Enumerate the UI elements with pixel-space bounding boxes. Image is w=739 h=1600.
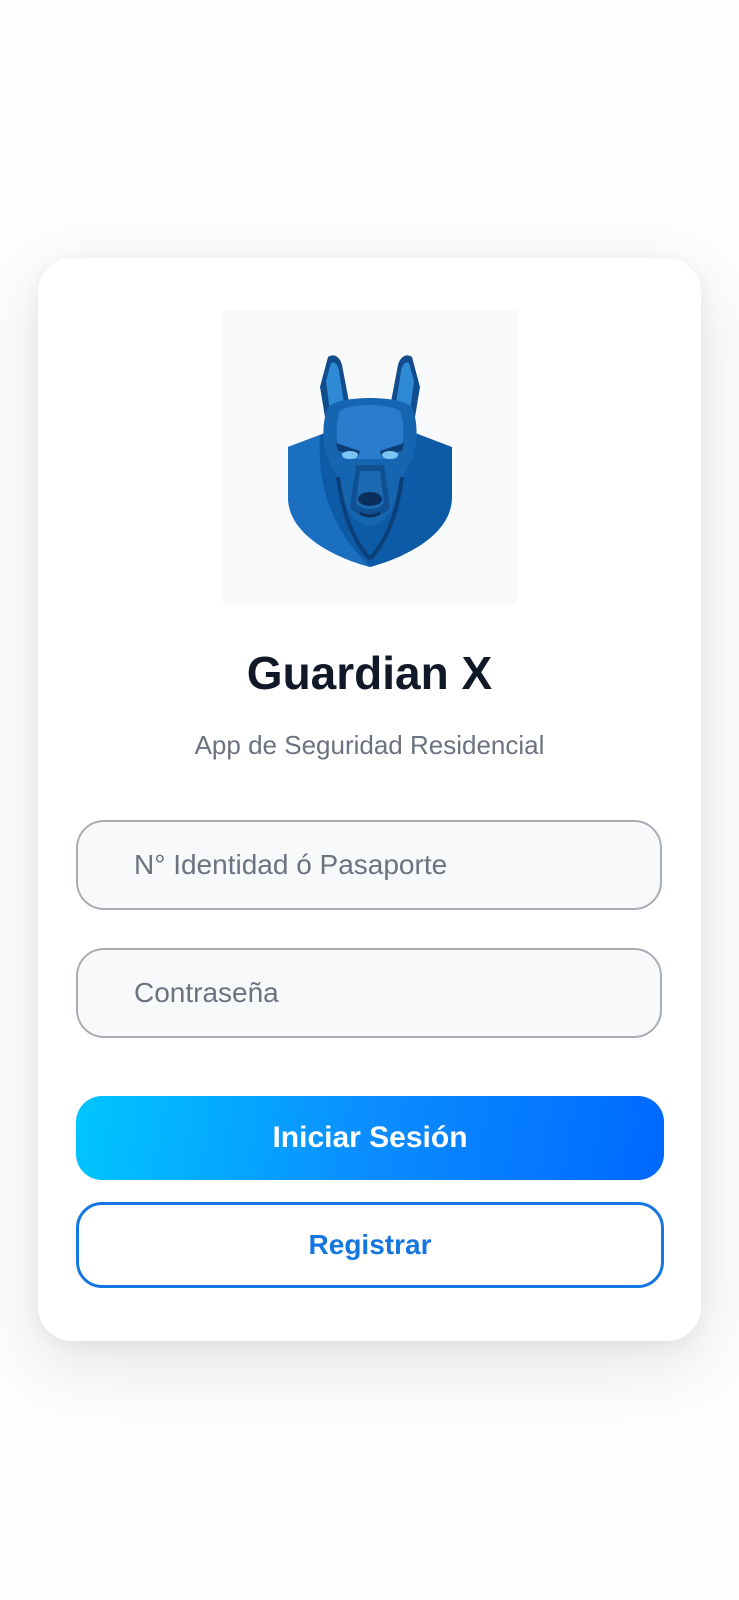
register-button[interactable]: Registrar	[76, 1202, 664, 1288]
id-passport-input[interactable]	[76, 820, 662, 910]
login-card: Guardian X App de Seguridad Residencial …	[38, 258, 701, 1341]
guard-dog-shield-icon	[288, 355, 452, 567]
login-screen: Guardian X App de Seguridad Residencial …	[0, 0, 739, 1600]
password-input[interactable]	[76, 948, 662, 1038]
app-logo	[223, 310, 517, 604]
app-title: Guardian X	[246, 647, 493, 699]
app-subtitle: App de Seguridad Residencial	[194, 730, 545, 760]
login-button[interactable]: Iniciar Sesión	[76, 1096, 664, 1180]
